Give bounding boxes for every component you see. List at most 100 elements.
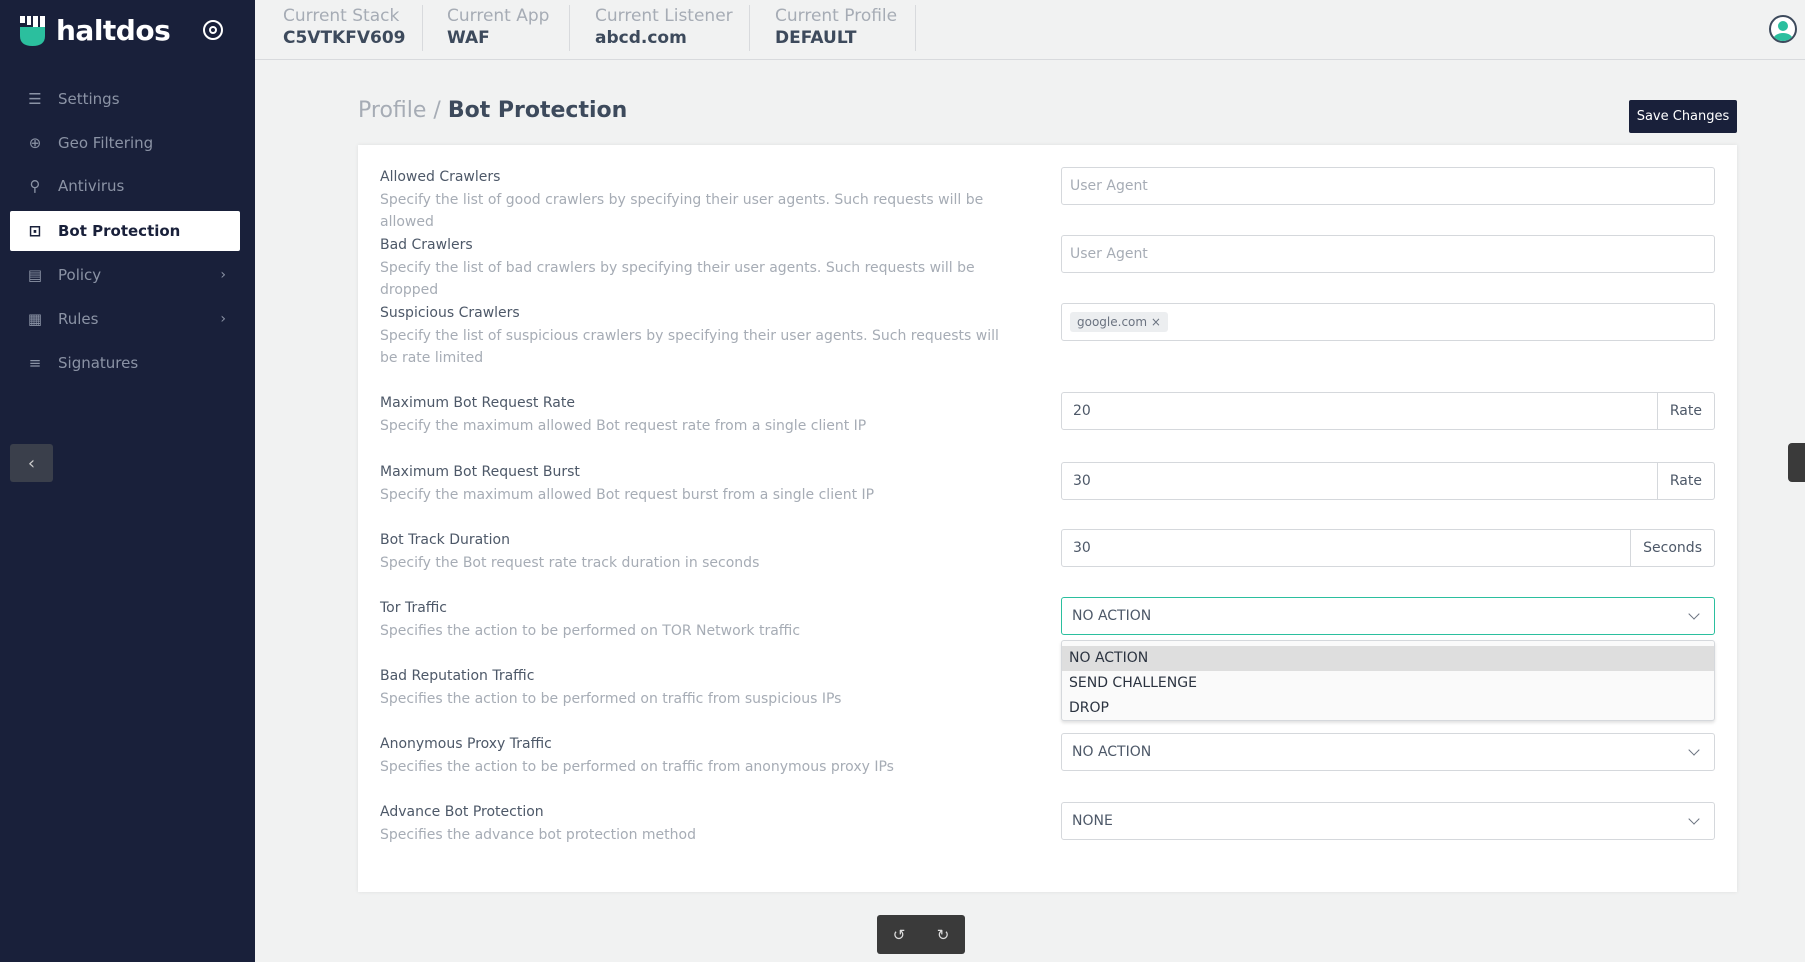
max-rate-desc: Specify the maximum allowed Bot request … [380,418,867,434]
breadcrumb-separator: / [433,98,441,123]
target-icon[interactable] [203,20,223,40]
header-current-listener[interactable]: Current Listener abcd.com [595,6,733,48]
rotate-left-icon[interactable]: ↺ [893,926,906,944]
rotate-right-icon[interactable]: ↻ [937,926,950,944]
max-rate-label: Maximum Bot Request Rate [380,395,575,411]
placeholder: User Agent [1070,246,1148,262]
sidebar-item-antivirus[interactable]: ⚲ Antivirus [10,166,240,206]
header-value: DEFAULT [775,28,857,48]
sidebar-item-signatures[interactable]: ≡ Signatures [10,343,240,383]
archive-icon: ▤ [27,266,43,284]
chevron-down-icon [1688,812,1700,825]
collapse-sidebar-button[interactable]: ‹ [10,444,53,482]
allowed-crawlers-input[interactable]: User Agent [1061,167,1715,205]
user-avatar-icon[interactable] [1769,15,1797,43]
robot-icon: ⊡ [28,222,42,240]
chevron-right-icon: › [220,311,226,327]
divider [569,5,570,51]
value: 20 [1073,403,1091,419]
header-value: abcd.com [595,28,687,48]
search-icon: ⚲ [29,177,41,195]
tor-traffic-dropdown: NO ACTION SEND CHALLENGE DROP [1061,640,1715,721]
max-burst-input[interactable]: 30 Rate [1061,462,1715,500]
chevron-down-icon [1688,607,1700,620]
advance-bot-select[interactable]: NONE [1061,802,1715,840]
sidebar-item-rules[interactable]: ▦ Rules › [10,299,240,339]
sidebar-item-label: Antivirus [58,177,125,195]
suspicious-crawlers-input[interactable]: google.com × [1061,303,1715,341]
advance-bot-label: Advance Bot Protection [380,804,544,820]
divider [915,5,916,51]
sidebar-item-geo-filtering[interactable]: ⊕ Geo Filtering [10,123,240,163]
header-current-app[interactable]: Current App WAF [447,6,549,48]
list-icon: ≡ [28,354,42,372]
allowed-crawlers-desc: Specify the list of good crawlers by spe… [380,192,984,230]
sidebar-item-label: Policy [58,266,102,284]
bad-crawlers-input[interactable]: User Agent [1061,235,1715,273]
sidebar-item-bot-protection[interactable]: ⊡ Bot Protection [10,211,240,251]
chevron-down-icon [1688,743,1700,756]
option-no-action[interactable]: NO ACTION [1062,646,1714,671]
tag-label: google.com [1077,315,1148,329]
track-duration-input[interactable]: 30 Seconds [1061,529,1715,567]
selected-value: NONE [1072,813,1113,829]
tor-traffic-select[interactable]: NO ACTION [1061,597,1715,635]
unit-addon: Seconds [1630,530,1714,566]
max-rate-input[interactable]: 20 Rate [1061,392,1715,430]
logo[interactable]: haltdos [20,14,171,47]
sidebar-item-label: Settings [58,90,120,108]
unit-addon: Rate [1656,463,1714,499]
breadcrumb-current: Bot Protection [447,98,628,123]
selected-value: NO ACTION [1072,744,1152,760]
header-value: C5VTKFV609 [283,28,406,48]
suspicious-crawlers-label: Suspicious Crawlers [380,305,520,321]
globe-icon: ⊕ [28,134,42,152]
header-current-profile[interactable]: Current Profile DEFAULT [775,6,897,48]
header-label: Current Profile [775,6,898,26]
tag-google: google.com × [1070,312,1168,332]
list-box-icon: ▦ [27,310,43,328]
header-current-stack[interactable]: Current Stack C5VTKFV609 [283,6,406,48]
chevron-right-icon: › [220,267,226,283]
track-duration-label: Bot Track Duration [380,532,510,548]
option-send-challenge[interactable]: SEND CHALLENGE [1062,671,1714,696]
chevron-left-icon: ‹ [27,452,36,474]
tor-traffic-desc: Specifies the action to be performed on … [380,623,801,639]
track-duration-desc: Specify the Bot request rate track durat… [380,555,760,571]
unit-addon: Rate [1656,393,1714,429]
allowed-crawlers-label: Allowed Crawlers [380,169,501,185]
header: Current Stack C5VTKFV609 Current App WAF C… [255,0,1805,60]
save-changes-button[interactable]: Save Changes [1629,100,1737,133]
bad-reputation-desc: Specifies the action to be performed on … [380,691,842,707]
side-panel-toggle[interactable] [1788,443,1805,482]
sliders-icon: ☰ [28,90,42,108]
anonymous-proxy-desc: Specifies the action to be performed on … [380,759,894,775]
anonymous-proxy-label: Anonymous Proxy Traffic [380,736,552,752]
anonymous-proxy-select[interactable]: NO ACTION [1061,733,1715,771]
max-burst-desc: Specify the maximum allowed Bot request … [380,487,875,503]
sidebar-item-label: Rules [58,310,99,328]
page-title: Profile / Bot Protection [358,98,627,123]
bad-reputation-label: Bad Reputation Traffic [380,668,535,684]
sidebar-item-settings[interactable]: ☰ Settings [10,79,240,119]
option-drop[interactable]: DROP [1062,696,1714,721]
sidebar-item-policy[interactable]: ▤ Policy › [10,255,240,295]
header-value: WAF [447,28,490,48]
sidebar-item-label: Signatures [58,354,139,372]
bad-crawlers-label: Bad Crawlers [380,237,473,253]
selected-value: NO ACTION [1072,608,1152,624]
breadcrumb-profile[interactable]: Profile [358,98,426,123]
bad-crawlers-desc: Specify the list of bad crawlers by spec… [380,260,975,298]
divider [422,5,423,51]
sidebar-item-label: Bot Protection [58,222,181,240]
sidebar-item-label: Geo Filtering [58,134,154,152]
history-toolbar: ↺ ↻ [877,915,965,954]
tor-traffic-label: Tor Traffic [380,600,448,616]
tag-remove-icon[interactable]: × [1151,315,1161,329]
bot-protection-form: Allowed Crawlers Specify the list of goo… [358,145,1737,892]
header-label: Current App [447,6,550,26]
brand-name: haltdos [56,14,171,47]
logo-icon [20,15,45,46]
divider [749,5,750,51]
header-label: Current Stack [283,6,400,26]
